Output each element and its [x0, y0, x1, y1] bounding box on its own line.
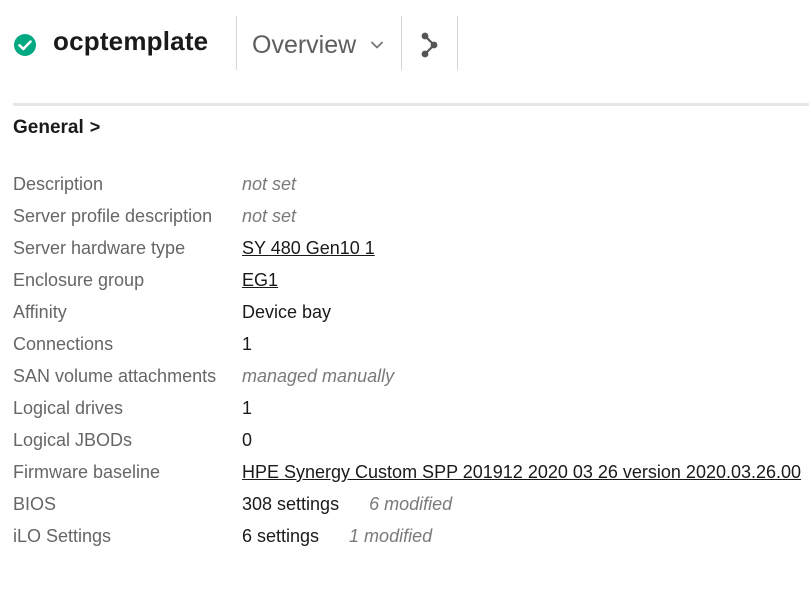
row-value: 0 — [242, 430, 253, 450]
section-title: General — [13, 117, 84, 138]
row-san-volume-attachments: SAN volume attachments managed manually — [13, 360, 809, 392]
row-value: 308 settings 6 modified — [242, 494, 452, 515]
bios-settings-count: 308 settings — [242, 494, 340, 514]
section-arrow: > — [89, 117, 101, 137]
row-connections: Connections 1 — [13, 328, 809, 360]
row-label: Logical JBODs — [13, 430, 133, 450]
header-divider-rule — [13, 103, 809, 106]
view-selector[interactable]: Overview — [252, 28, 384, 62]
firmware-baseline-link[interactable]: HPE Synergy Custom SPP 201912 2020 03 26… — [242, 462, 801, 483]
row-description: Description not set — [13, 168, 809, 200]
row-label: Server profile description — [13, 206, 213, 226]
row-label: BIOS — [13, 494, 57, 514]
enclosure-group-link[interactable]: EG1 — [242, 270, 278, 291]
view-selector-label: Overview — [252, 30, 357, 59]
chevron-down-icon — [371, 41, 384, 49]
ilo-modified-count: 1 modified — [349, 526, 433, 546]
row-label: Enclosure group — [13, 270, 145, 290]
row-server-hardware-type: Server hardware type SY 480 Gen10 1 — [13, 232, 809, 264]
row-enclosure-group: Enclosure group EG1 — [13, 264, 809, 296]
page-title: ocptemplate — [53, 26, 209, 56]
header-divider — [236, 16, 237, 70]
header-divider — [457, 16, 458, 70]
row-label: Connections — [13, 334, 114, 354]
row-firmware-baseline: Firmware baseline HPE Synergy Custom SPP… — [13, 456, 809, 488]
header-divider — [401, 16, 402, 70]
row-ilo-settings: iLO Settings 6 settings 1 modified — [13, 520, 809, 552]
share-icon[interactable] — [418, 31, 442, 59]
row-label: Description — [13, 174, 104, 194]
row-value: 1 — [242, 334, 253, 354]
row-bios: BIOS 308 settings 6 modified — [13, 488, 809, 520]
row-label: SAN volume attachments — [13, 366, 217, 386]
row-logical-drives: Logical drives 1 — [13, 392, 809, 424]
status-ok-icon — [14, 34, 36, 56]
row-value: 1 — [242, 398, 253, 418]
general-properties-list: Description not set Server profile descr… — [13, 168, 809, 552]
row-logical-jbods: Logical JBODs 0 — [13, 424, 809, 456]
row-label: Firmware baseline — [13, 462, 161, 482]
row-affinity: Affinity Device bay — [13, 296, 809, 328]
row-label: Affinity — [13, 302, 67, 322]
server-hardware-type-link[interactable]: SY 480 Gen10 1 — [242, 238, 375, 259]
row-label: Logical drives — [13, 398, 124, 418]
row-label: Server hardware type — [13, 238, 186, 258]
row-value: Device bay — [242, 302, 332, 322]
row-value: managed manually — [242, 366, 395, 386]
row-label: iLO Settings — [13, 526, 112, 546]
server-profile-template-page: ocptemplate Overview General > Descriptio… — [0, 0, 809, 600]
row-server-profile-description: Server profile description not set — [13, 200, 809, 232]
page-header: ocptemplate Overview — [0, 0, 809, 106]
row-value: 6 settings 1 modified — [242, 526, 432, 547]
bios-modified-count: 6 modified — [369, 494, 453, 514]
ilo-settings-count: 6 settings — [242, 526, 320, 546]
section-general-link[interactable]: General > — [13, 117, 100, 139]
row-value: not set — [242, 174, 297, 194]
row-value: not set — [242, 206, 297, 226]
